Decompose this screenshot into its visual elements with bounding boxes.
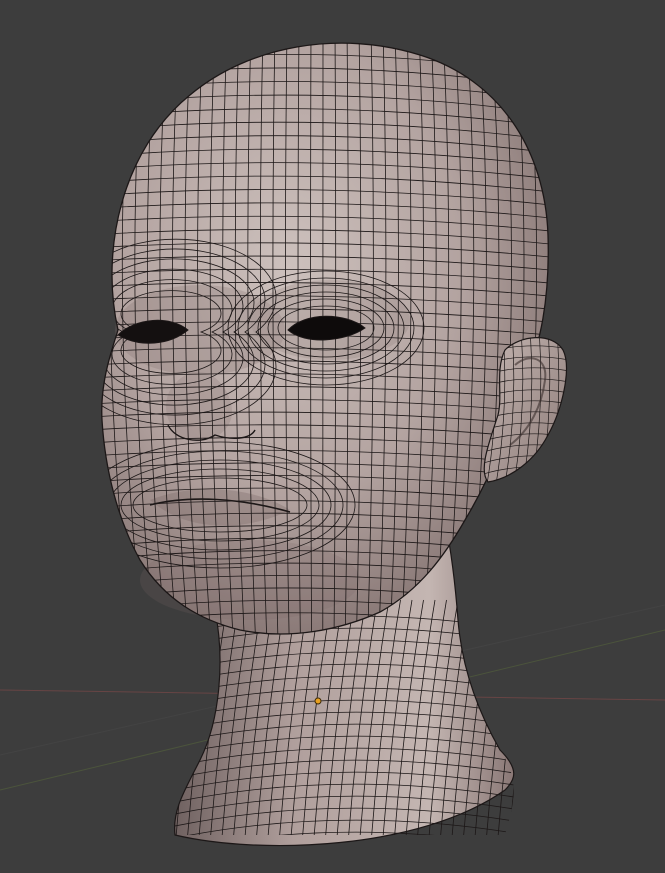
- mesh-edge: [508, 599, 514, 835]
- mesh-edge: [170, 844, 520, 863]
- object-origin-dot[interactable]: [314, 697, 322, 705]
- 3d-viewport[interactable]: [0, 0, 665, 873]
- head-mesh[interactable]: [76, 27, 574, 650]
- mesh-edge: [101, 43, 112, 634]
- viewport-canvas[interactable]: [0, 0, 665, 873]
